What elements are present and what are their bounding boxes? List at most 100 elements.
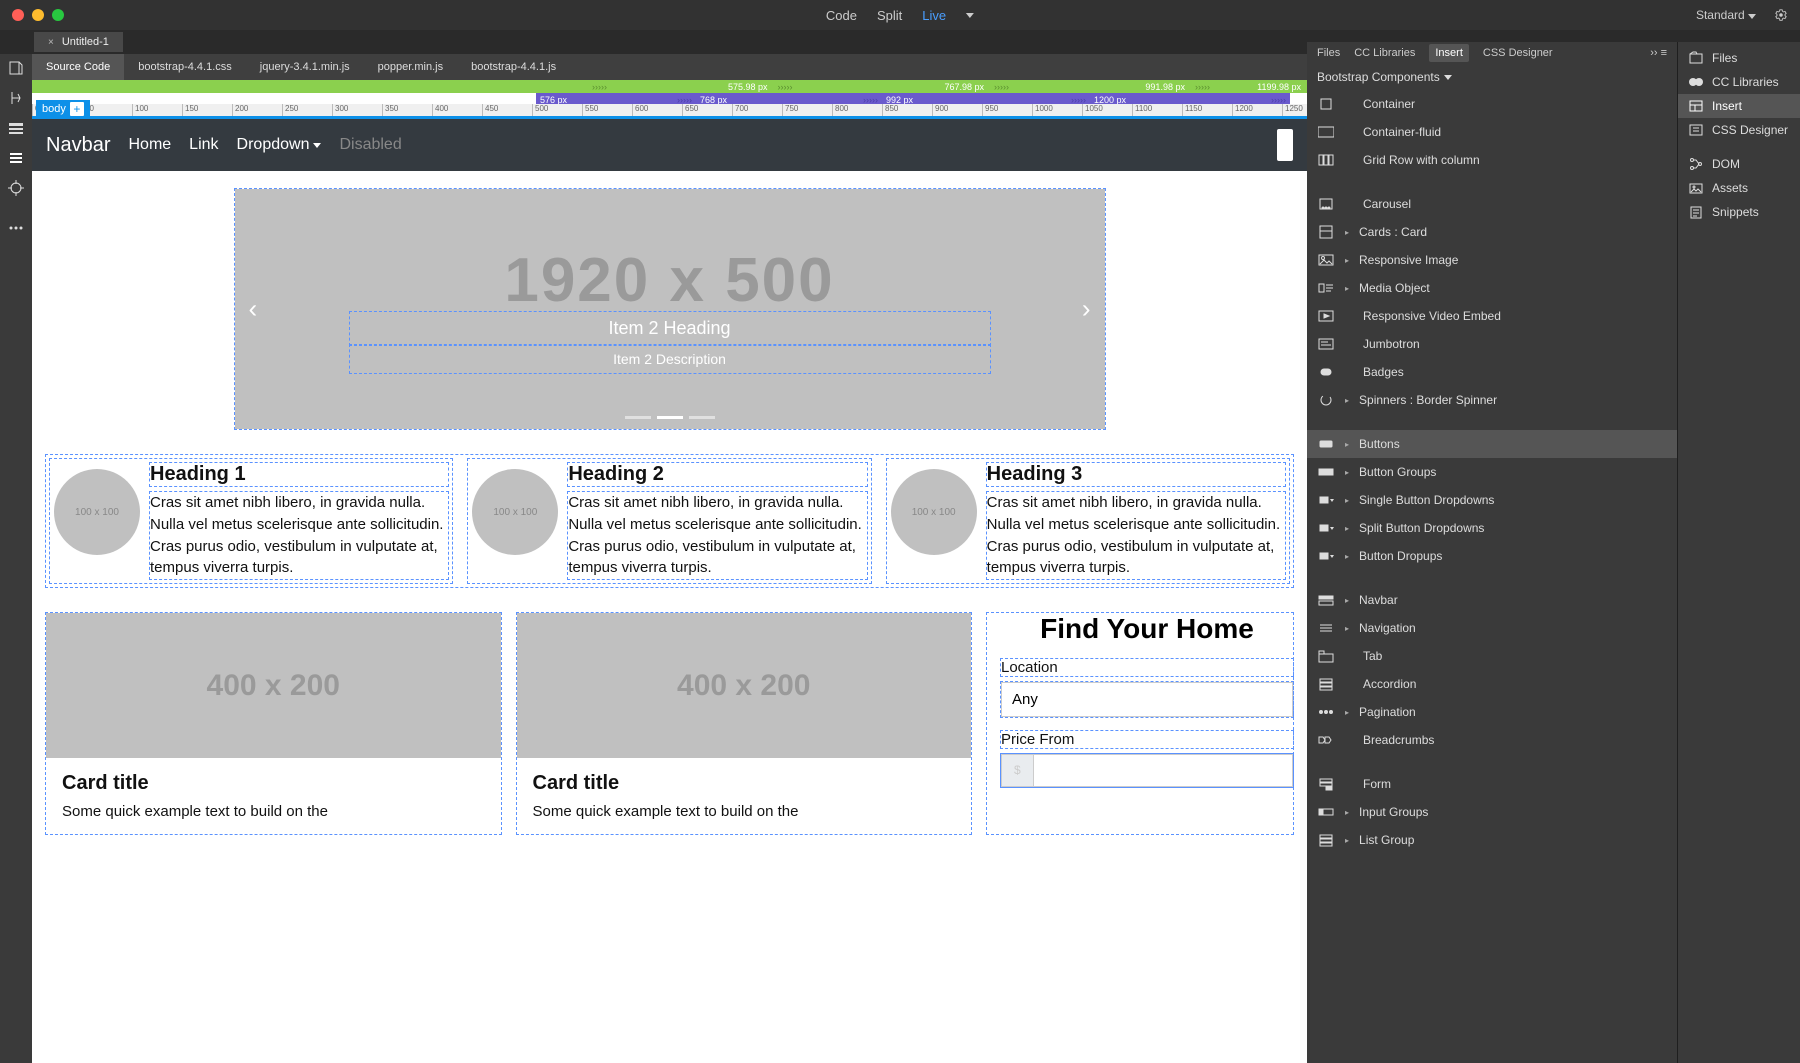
media-text: Cras sit amet nibh libero, in gravida nu… <box>987 492 1285 579</box>
insert-item[interactable]: ▸Responsive Image <box>1307 246 1677 274</box>
insert-item-label: Spinners : Border Spinner <box>1359 393 1497 407</box>
breakpoint-max[interactable]: ›››››575.98 px <box>588 80 774 93</box>
carousel-indicators[interactable] <box>625 416 715 419</box>
preview-media-item[interactable]: 100 x 100Heading 1Cras sit amet nibh lib… <box>50 459 452 583</box>
location-input[interactable] <box>1001 682 1293 717</box>
insert-item-label: Badges <box>1363 365 1404 379</box>
insert-item[interactable]: ▸List Group <box>1307 826 1677 854</box>
source-tab[interactable]: jquery-3.4.1.min.js <box>246 54 364 80</box>
breakpoint-max[interactable]: ›››››1199.98 px <box>1191 80 1307 93</box>
preview-card[interactable]: 400 x 200 Card title Some quick example … <box>46 613 501 834</box>
nav-dropdown[interactable]: Dropdown <box>237 136 322 154</box>
insert-item-label: Navbar <box>1359 593 1398 607</box>
navbar-brand[interactable]: Navbar <box>46 134 110 157</box>
insert-item[interactable]: Container-fluid <box>1307 118 1677 146</box>
document-tab[interactable]: × Untitled-1 <box>34 32 123 52</box>
file-open-icon[interactable] <box>8 60 24 76</box>
insert-item-label: Single Button Dropdowns <box>1359 493 1494 507</box>
insert-item[interactable]: Jumbotron <box>1307 330 1677 358</box>
panel-tab-insert[interactable]: Insert <box>1429 44 1469 62</box>
panel-tab-files[interactable]: Files <box>1317 47 1340 59</box>
nav-home[interactable]: Home <box>128 136 171 154</box>
preview-carousel[interactable]: ‹ › 1920 x 500 Item 2 Heading Item 2 Des… <box>235 189 1105 429</box>
right-rail-insert[interactable]: Insert <box>1678 94 1800 118</box>
close-window[interactable] <box>12 9 24 21</box>
source-tab[interactable]: bootstrap-4.4.1.css <box>124 54 246 80</box>
sync-settings-icon[interactable] <box>1774 8 1788 22</box>
insert-item[interactable]: Badges <box>1307 358 1677 386</box>
insert-item[interactable]: ▸Navbar <box>1307 586 1677 614</box>
insert-item[interactable]: Accordion <box>1307 670 1677 698</box>
carousel-caption-heading[interactable]: Item 2 Heading <box>350 312 990 345</box>
insert-item-label: Buttons <box>1359 437 1400 451</box>
insert-item[interactable]: ▸Navigation <box>1307 614 1677 642</box>
insert-item[interactable]: ▸Buttons <box>1307 430 1677 458</box>
card-image-placeholder: 400 x 200 <box>517 613 972 758</box>
preview-media-item[interactable]: 100 x 100Heading 2Cras sit amet nibh lib… <box>468 459 870 583</box>
more-tools-icon[interactable] <box>8 220 24 236</box>
insert-item[interactable]: ▸Split Button Dropdowns <box>1307 514 1677 542</box>
view-code[interactable]: Code <box>826 8 857 23</box>
workspace-selector[interactable]: Standard <box>1696 8 1756 22</box>
component-icon <box>1317 520 1335 536</box>
insert-item[interactable]: Tab <box>1307 642 1677 670</box>
carousel-next-icon[interactable]: › <box>1082 294 1091 325</box>
panel-tab-cssdesigner[interactable]: CSS Designer <box>1483 47 1553 59</box>
nav-link[interactable]: Link <box>189 136 218 154</box>
insert-item[interactable]: ▸Single Button Dropdowns <box>1307 486 1677 514</box>
file-manage-icon[interactable] <box>8 90 24 106</box>
insert-item[interactable]: Breadcrumbs <box>1307 726 1677 754</box>
element-tag-body[interactable]: body + <box>36 100 90 118</box>
insert-item[interactable]: Responsive Video Embed <box>1307 302 1677 330</box>
insert-item[interactable]: ▸Media Object <box>1307 274 1677 302</box>
right-rail-dom[interactable]: DOM <box>1678 152 1800 176</box>
insert-item[interactable]: ▸Spinners : Border Spinner <box>1307 386 1677 414</box>
insert-item[interactable]: Grid Row with column <box>1307 146 1677 174</box>
live-preview: Navbar Home Link Dropdown Disabled ‹ › 1… <box>32 116 1307 1063</box>
preview-media-item[interactable]: 100 x 100Heading 3Cras sit amet nibh lib… <box>887 459 1289 583</box>
crosshair-icon[interactable] <box>8 180 24 196</box>
insert-item[interactable]: ▸Input Groups <box>1307 798 1677 826</box>
submenu-caret-icon: ▸ <box>1345 708 1349 717</box>
source-tab[interactable]: bootstrap-4.4.1.js <box>457 54 570 80</box>
view-split[interactable]: Split <box>877 8 902 23</box>
minimize-window[interactable] <box>32 9 44 21</box>
breakpoint-max[interactable]: ›››››991.98 px <box>990 80 1191 93</box>
right-rail-files[interactable]: Files <box>1678 46 1800 70</box>
right-rail-snippets[interactable]: Snippets <box>1678 200 1800 224</box>
insert-item[interactable]: Carousel <box>1307 190 1677 218</box>
panel-tab-cclibraries[interactable]: CC Libraries <box>1354 47 1415 59</box>
preview-card[interactable]: 400 x 200 Card title Some quick example … <box>517 613 972 834</box>
price-from-input[interactable] <box>1033 754 1293 787</box>
source-tab[interactable]: Source Code <box>32 54 124 80</box>
insert-category[interactable]: Bootstrap Components <box>1307 64 1677 90</box>
related-files-bar: Source Codebootstrap-4.4.1.cssjquery-3.4… <box>32 54 1307 80</box>
rail-icon <box>1688 157 1704 171</box>
insert-item[interactable]: ▸Button Dropups <box>1307 542 1677 570</box>
component-icon <box>1317 196 1335 212</box>
carousel-prev-icon[interactable]: ‹ <box>249 294 258 325</box>
panel-tabs-overflow-icon[interactable]: ›› ≡ <box>1650 47 1667 59</box>
navbar-search-toggle[interactable] <box>1277 129 1293 161</box>
insert-item[interactable]: Form <box>1307 770 1677 798</box>
insert-item[interactable]: ▸Pagination <box>1307 698 1677 726</box>
live-view-options-icon[interactable] <box>8 150 24 166</box>
dom-panel-icon[interactable] <box>8 120 24 136</box>
insert-item-label: Button Dropups <box>1359 549 1442 563</box>
right-rail-cc-libraries[interactable]: CC Libraries <box>1678 70 1800 94</box>
right-panel: Files CC Libraries Insert CSS Designer ›… <box>1307 42 1800 1063</box>
view-live[interactable]: Live <box>922 8 946 23</box>
view-live-caret-icon[interactable] <box>966 13 974 18</box>
insert-item[interactable]: Container <box>1307 90 1677 118</box>
element-insert-plus-icon[interactable]: + <box>70 102 84 116</box>
insert-item[interactable]: ▸Cards : Card <box>1307 218 1677 246</box>
right-rail-assets[interactable]: Assets <box>1678 176 1800 200</box>
zoom-window[interactable] <box>52 9 64 21</box>
right-rail-css-designer[interactable]: CSS Designer <box>1678 118 1800 142</box>
source-tab[interactable]: popper.min.js <box>364 54 457 80</box>
component-icon <box>1317 464 1335 480</box>
insert-item[interactable]: ▸Button Groups <box>1307 458 1677 486</box>
close-tab-icon[interactable]: × <box>48 37 54 48</box>
carousel-caption-desc[interactable]: Item 2 Description <box>350 345 990 373</box>
breakpoint-max[interactable]: ›››››767.98 px <box>774 80 990 93</box>
